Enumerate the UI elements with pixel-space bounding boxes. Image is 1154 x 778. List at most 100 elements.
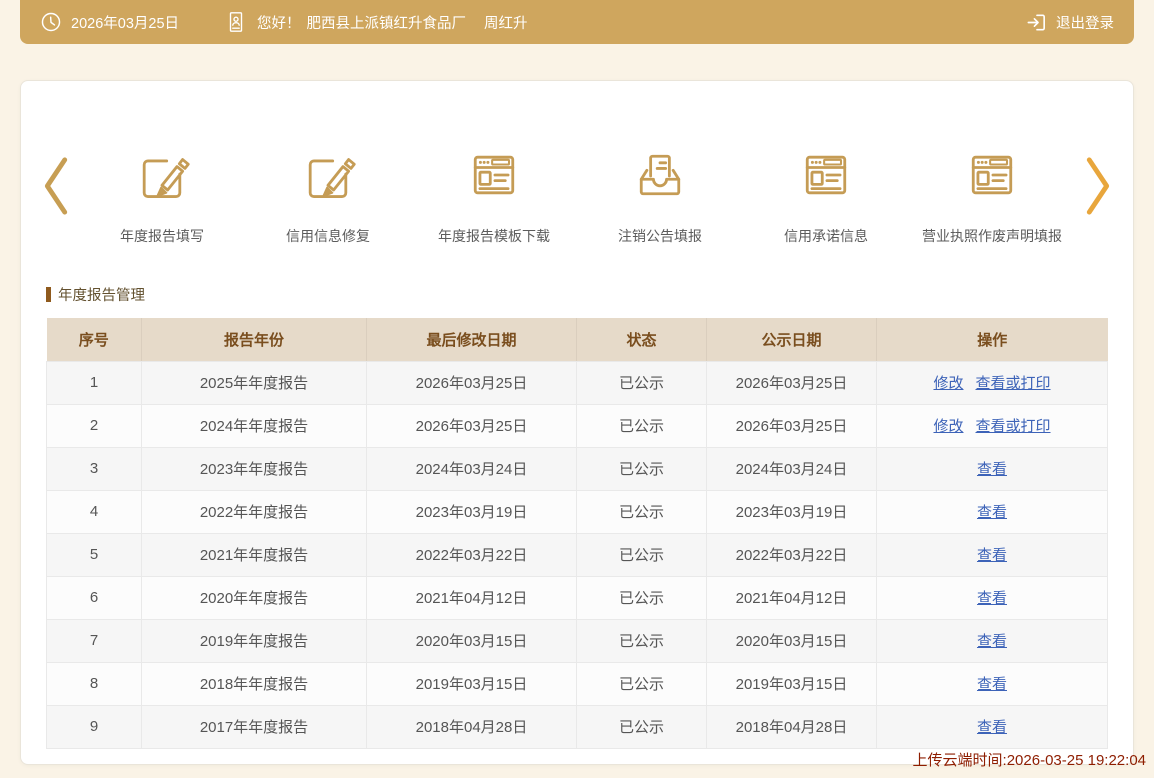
webpage-icon xyxy=(962,192,1022,209)
chevron-left-icon xyxy=(39,155,75,222)
view-or-print-link[interactable]: 查看或打印 xyxy=(976,375,1051,392)
cell-report-year: 2024年年度报告 xyxy=(142,404,367,447)
cell-publish-date: 2026年03月25日 xyxy=(707,404,877,447)
id-card-icon xyxy=(225,10,247,34)
title-bullet-icon xyxy=(46,287,51,302)
carousel-item-label: 信用信息修复 xyxy=(245,226,411,246)
column-header: 操作 xyxy=(877,318,1108,361)
webpage-icon xyxy=(796,192,856,209)
edit-square-icon xyxy=(132,192,192,209)
cell-publish-date: 2024年03月24日 xyxy=(707,447,877,490)
chevron-right-icon xyxy=(1079,155,1115,222)
logout-button[interactable]: 退出登录 xyxy=(1025,11,1114,34)
carousel-next-button[interactable] xyxy=(1075,155,1119,222)
column-header: 序号 xyxy=(47,318,142,361)
cell-actions: 修改查看或打印 xyxy=(877,361,1108,404)
edit-link[interactable]: 修改 xyxy=(933,375,963,392)
company-name: 肥西县上派镇红升食品厂 xyxy=(307,12,467,33)
carousel-prev-button[interactable] xyxy=(35,155,79,222)
carousel-item-annual-report-fill[interactable]: 年度报告填写 xyxy=(79,145,245,246)
cell-index: 5 xyxy=(47,533,142,576)
greeting-text: 您好！ xyxy=(257,12,301,33)
date-group: 2026年03月25日 xyxy=(40,11,179,33)
view-link[interactable]: 查看 xyxy=(977,504,1007,521)
cell-status: 已公示 xyxy=(577,490,707,533)
carousel-item-annual-report-template-download[interactable]: 年度报告模板下载 xyxy=(411,145,577,246)
inbox-document-icon xyxy=(630,192,690,209)
cell-report-year: 2017年年度报告 xyxy=(142,705,367,748)
cell-publish-date: 2019年03月15日 xyxy=(707,662,877,705)
cell-last-modified: 2024年03月24日 xyxy=(367,447,577,490)
logout-label: 退出登录 xyxy=(1056,12,1114,33)
view-link[interactable]: 查看 xyxy=(977,676,1007,693)
cell-last-modified: 2019年03月15日 xyxy=(367,662,577,705)
cell-publish-date: 2022年03月22日 xyxy=(707,533,877,576)
cell-index: 6 xyxy=(47,576,142,619)
carousel-item-cancellation-notice-filing[interactable]: 注销公告填报 xyxy=(577,145,743,246)
cell-index: 7 xyxy=(47,619,142,662)
cell-report-year: 2018年年度报告 xyxy=(142,662,367,705)
cell-index: 3 xyxy=(47,447,142,490)
cell-status: 已公示 xyxy=(577,705,707,748)
view-link[interactable]: 查看 xyxy=(977,461,1007,478)
cell-report-year: 2022年年度报告 xyxy=(142,490,367,533)
cell-report-year: 2021年年度报告 xyxy=(142,533,367,576)
carousel-item-label: 营业执照作废声明填报 xyxy=(909,226,1075,246)
column-header: 最后修改日期 xyxy=(367,318,577,361)
carousel-item-label: 信用承诺信息 xyxy=(743,226,909,246)
cell-status: 已公示 xyxy=(577,576,707,619)
cell-actions: 查看 xyxy=(877,576,1108,619)
carousel-item-business-license-void-statement[interactable]: 营业执照作废声明填报 xyxy=(909,145,1075,246)
cell-actions: 查看 xyxy=(877,447,1108,490)
cell-status: 已公示 xyxy=(577,533,707,576)
cell-actions: 修改查看或打印 xyxy=(877,404,1108,447)
table-row: 82018年年度报告2019年03月15日已公示2019年03月15日查看 xyxy=(47,662,1108,705)
cell-publish-date: 2023年03月19日 xyxy=(707,490,877,533)
user-group: 您好！ 肥西县上派镇红升食品厂 周红升 xyxy=(225,10,528,34)
table-row: 42022年年度报告2023年03月19日已公示2023年03月19日查看 xyxy=(47,490,1108,533)
carousel-item-credit-commitment-info[interactable]: 信用承诺信息 xyxy=(743,145,909,246)
edit-link[interactable]: 修改 xyxy=(933,418,963,435)
cell-status: 已公示 xyxy=(577,361,707,404)
view-link[interactable]: 查看 xyxy=(977,547,1007,564)
cell-last-modified: 2026年03月25日 xyxy=(367,361,577,404)
cell-actions: 查看 xyxy=(877,490,1108,533)
cell-index: 9 xyxy=(47,705,142,748)
clock-icon xyxy=(40,11,62,33)
user-name: 周红升 xyxy=(484,12,528,33)
carousel-item-label: 年度报告模板下载 xyxy=(411,226,577,246)
cell-publish-date: 2018年04月28日 xyxy=(707,705,877,748)
cell-actions: 查看 xyxy=(877,619,1108,662)
upload-time-text: 上传云端时间:2026-03-25 19:22:04 xyxy=(913,749,1146,770)
table-row: 32023年年度报告2024年03月24日已公示2024年03月24日查看 xyxy=(47,447,1108,490)
table-row: 52021年年度报告2022年03月22日已公示2022年03月22日查看 xyxy=(47,533,1108,576)
carousel-item-label: 年度报告填写 xyxy=(79,226,245,246)
cell-status: 已公示 xyxy=(577,662,707,705)
column-header: 状态 xyxy=(577,318,707,361)
carousel-item-credit-info-repair[interactable]: 信用信息修复 xyxy=(245,145,411,246)
table-row: 12025年年度报告2026年03月25日已公示2026年03月25日修改查看或… xyxy=(47,361,1108,404)
section-title: 年度报告管理 xyxy=(46,284,145,305)
cell-report-year: 2019年年度报告 xyxy=(142,619,367,662)
table-row: 62020年年度报告2021年04月12日已公示2021年04月12日查看 xyxy=(47,576,1108,619)
cell-publish-date: 2020年03月15日 xyxy=(707,619,877,662)
view-link[interactable]: 查看 xyxy=(977,590,1007,607)
table-header-row: 序号报告年份最后修改日期状态公示日期操作 xyxy=(47,318,1108,361)
column-header: 报告年份 xyxy=(142,318,367,361)
cell-status: 已公示 xyxy=(577,404,707,447)
current-date: 2026年03月25日 xyxy=(71,12,179,33)
section-title-text: 年度报告管理 xyxy=(58,284,145,305)
view-link[interactable]: 查看 xyxy=(977,633,1007,650)
view-link[interactable]: 查看 xyxy=(977,719,1007,736)
cell-actions: 查看 xyxy=(877,662,1108,705)
cell-report-year: 2023年年度报告 xyxy=(142,447,367,490)
cell-last-modified: 2022年03月22日 xyxy=(367,533,577,576)
annual-report-table: 序号报告年份最后修改日期状态公示日期操作 12025年年度报告2026年03月2… xyxy=(46,318,1108,749)
edit-square-icon xyxy=(298,192,358,209)
cell-actions: 查看 xyxy=(877,533,1108,576)
function-carousel: 年度报告填写 信用信息修复 年度报告模板下载 注销公告填报 xyxy=(21,145,1133,255)
cell-last-modified: 2020年03月15日 xyxy=(367,619,577,662)
table-row: 92017年年度报告2018年04月28日已公示2018年04月28日查看 xyxy=(47,705,1108,748)
carousel-item-label: 注销公告填报 xyxy=(577,226,743,246)
view-or-print-link[interactable]: 查看或打印 xyxy=(976,418,1051,435)
